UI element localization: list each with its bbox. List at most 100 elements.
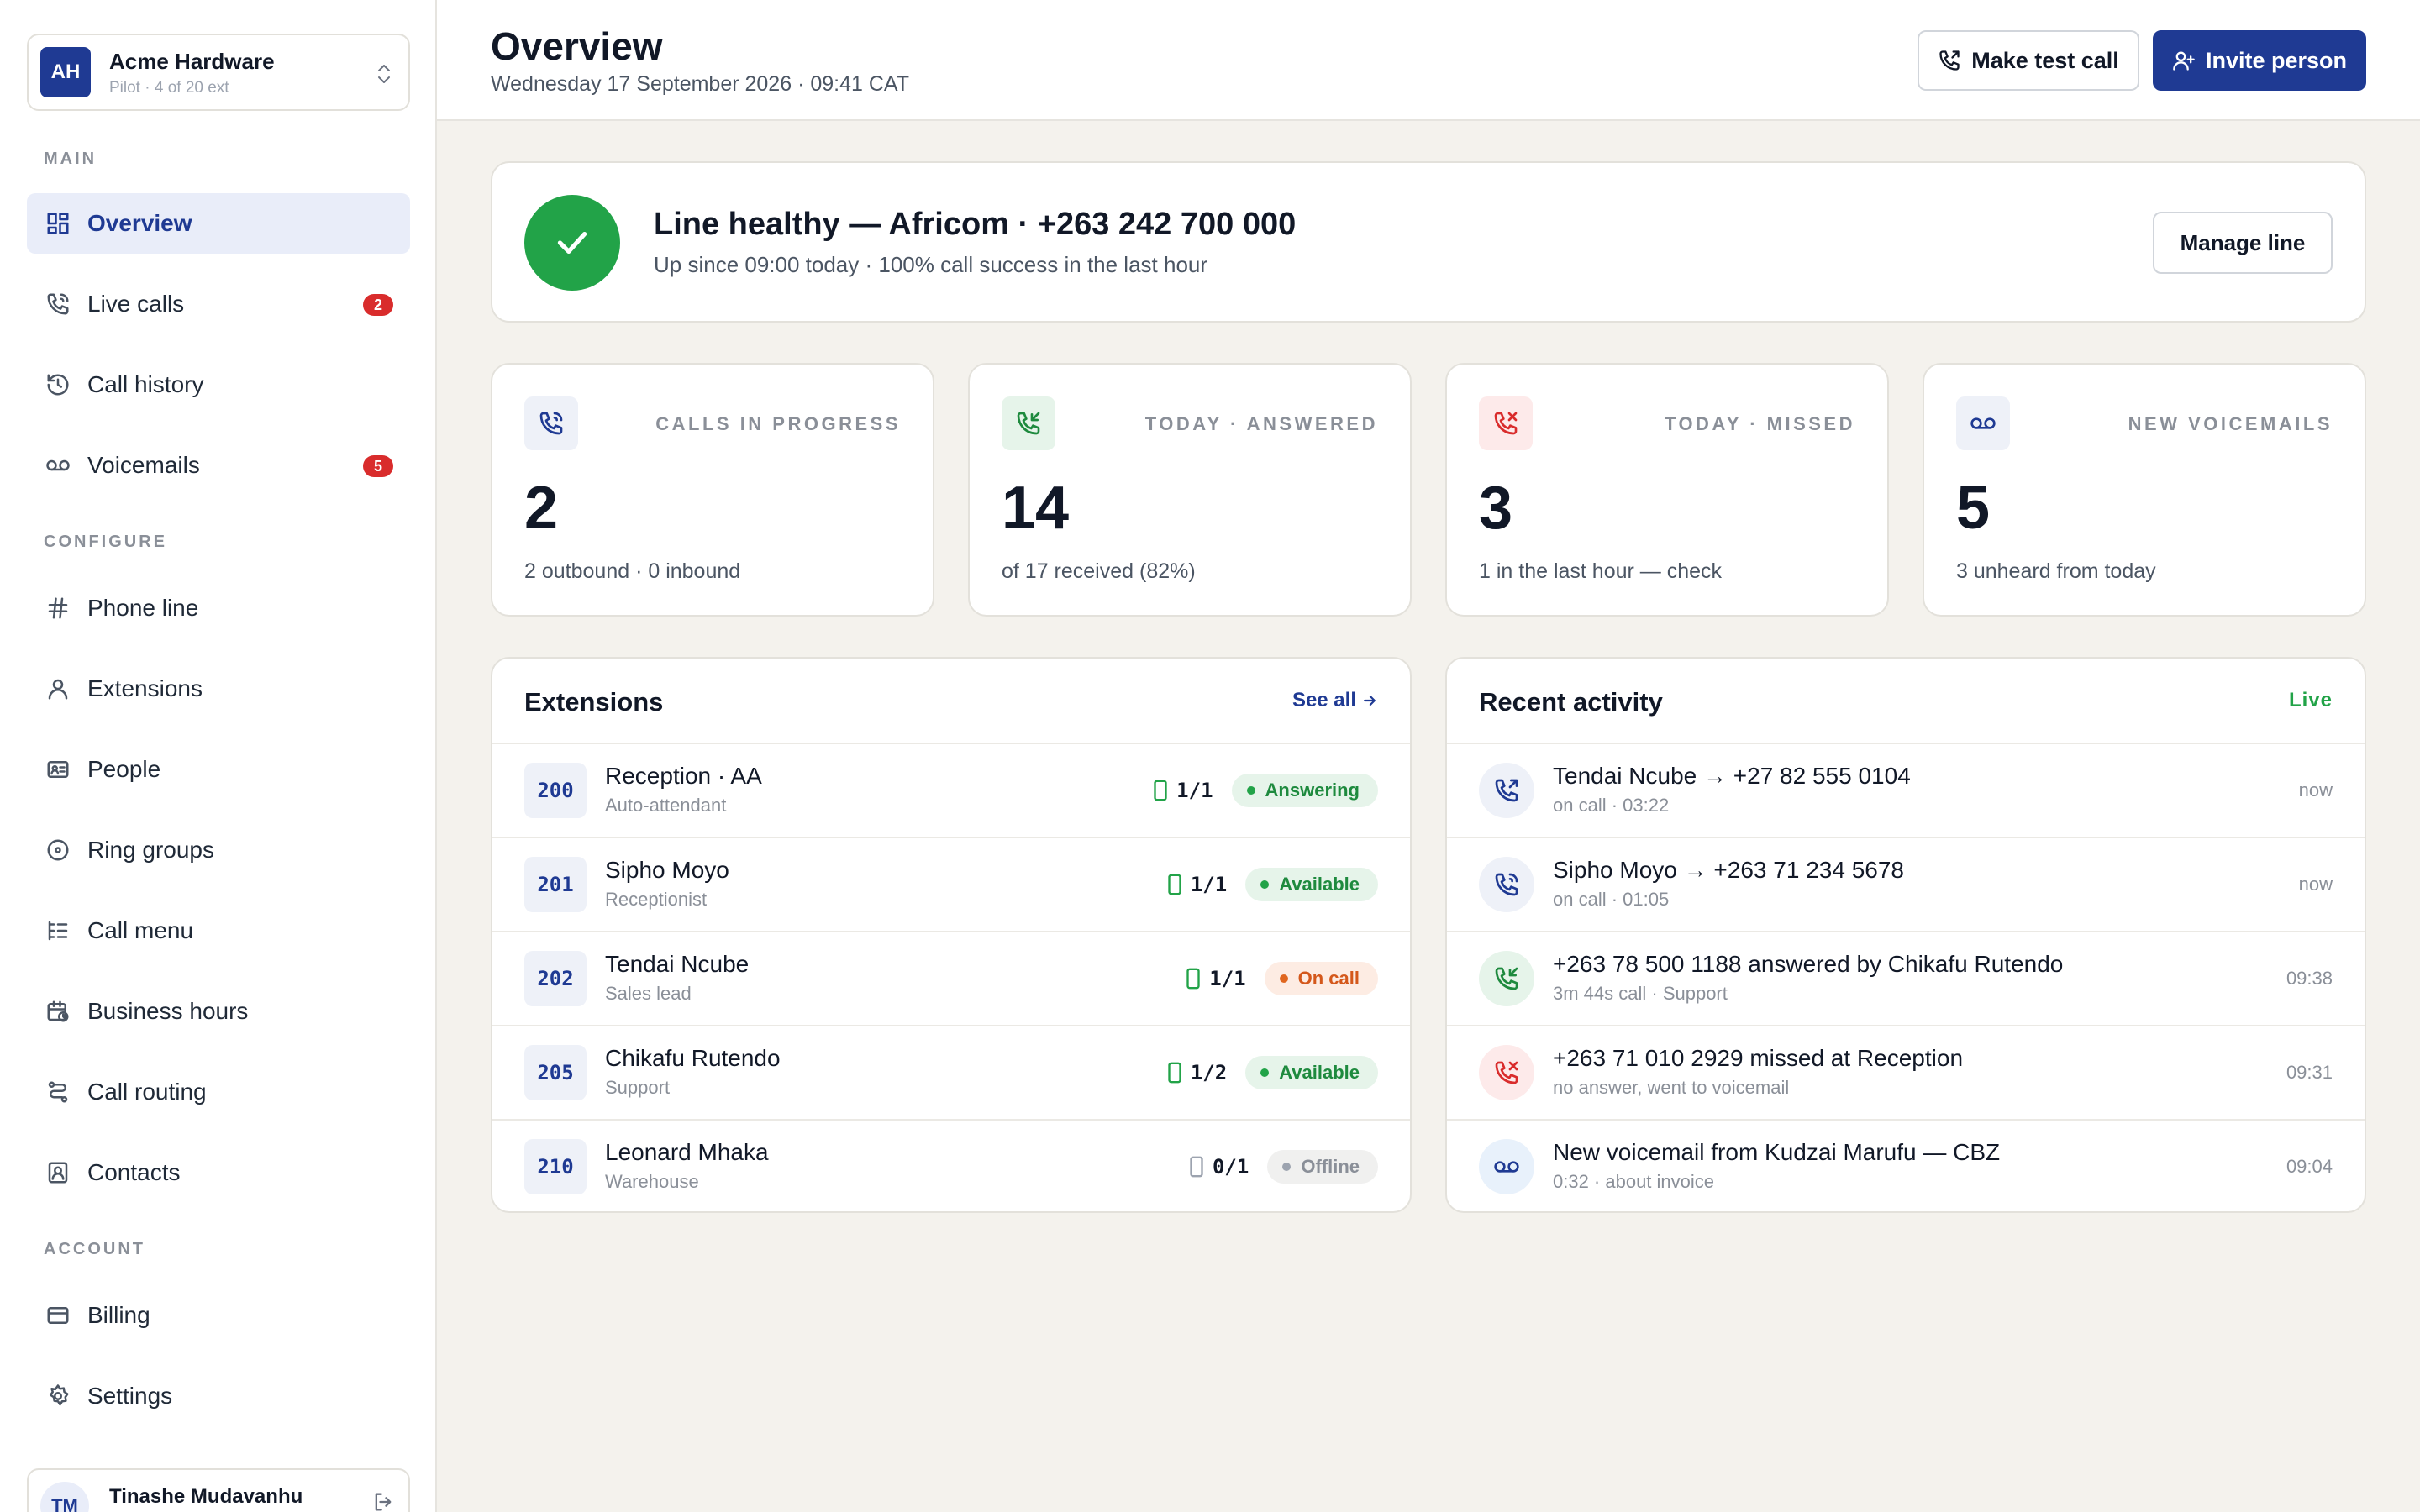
status-text: Available <box>1279 874 1360 895</box>
dashboard-icon <box>44 209 72 238</box>
extension-status-group: 1/1 On call <box>1186 961 1378 996</box>
sidebar-item-voicemails[interactable]: Voicemails 5 <box>27 435 410 496</box>
sidebar-item-ring-groups[interactable]: Ring groups <box>27 820 410 880</box>
extension-role: Warehouse <box>605 1171 699 1192</box>
status-badge: Answering <box>1231 774 1378 807</box>
sidebar-item-call-menu[interactable]: Call menu <box>27 900 410 961</box>
sidebar-item-people[interactable]: People <box>27 739 410 800</box>
stat-new-voicemails: NEW VOICEMAILS 5 3 unheard from today <box>1923 363 2366 617</box>
sidebar-item-phone-line[interactable]: Phone line <box>27 578 410 638</box>
user-icon <box>44 675 72 703</box>
phone-icon <box>524 396 578 450</box>
list-item[interactable]: New voicemail from Kudzai Marufu — CBZ 0… <box>1447 1119 2365 1211</box>
list-item[interactable]: Sipho Moyo → +263 71 234 5678 on call · … <box>1447 837 2365 931</box>
device-count: 1/2 <box>1167 1061 1227 1084</box>
extension-number: 202 <box>524 951 587 1006</box>
extensions-title: Extensions <box>524 687 664 717</box>
calendar-clock-icon <box>44 997 72 1026</box>
check-icon <box>524 195 620 291</box>
sidebar-item-label: Business hours <box>87 998 249 1024</box>
sidebar-item-call-history[interactable]: Call history <box>27 354 410 415</box>
sidebar-item-live-calls[interactable]: Live calls 2 <box>27 274 410 334</box>
mobile-device-icon <box>1167 1062 1182 1084</box>
extension-name: Sipho Moyo <box>605 857 729 883</box>
live-indicator: Live <box>2288 689 2333 711</box>
stat-note: 3 unheard from today <box>1956 559 2156 583</box>
make-test-call-button[interactable]: Make test call <box>1918 30 2139 91</box>
status-dot <box>1279 974 1288 983</box>
stat-value: 3 <box>1479 475 1513 542</box>
invite-person-button[interactable]: Invite person <box>2153 30 2366 91</box>
activity-title: +263 71 010 2929 missed at Reception <box>1553 1045 1964 1071</box>
extension-number: 205 <box>524 1045 587 1100</box>
status-dot <box>1282 1163 1292 1171</box>
sidebar-item-label: Call routing <box>87 1079 207 1105</box>
activity-detail: on call · 03:22 <box>1553 795 1670 816</box>
extensions-panel: Extensions See all 200 Reception · AA Au… <box>491 657 1412 1213</box>
phone-icon <box>1479 857 1534 912</box>
table-row[interactable]: 201 Sipho Moyo Receptionist 1/1 Availabl… <box>492 837 1410 931</box>
sidebar-item-label: Voicemails <box>87 452 200 478</box>
activity-title: +263 78 500 1188 answered by Chikafu Rut… <box>1553 951 2064 977</box>
sidebar-item-business-hours[interactable]: Business hours <box>27 981 410 1042</box>
status-dot <box>1260 1068 1270 1077</box>
history-icon <box>44 370 72 399</box>
extension-role: Receptionist <box>605 889 708 910</box>
activity-detail: on call · 01:05 <box>1553 889 1670 910</box>
stat-value: 14 <box>1002 475 1070 542</box>
page-date: Wednesday 17 September 2026 · 09:41 CAT <box>491 72 909 96</box>
mobile-device-icon <box>1153 780 1168 801</box>
device-count-value: 1/2 <box>1190 1061 1228 1084</box>
list-item[interactable]: +263 71 010 2929 missed at Reception no … <box>1447 1025 2365 1119</box>
manage-line-button[interactable]: Manage line <box>2153 212 2333 274</box>
phone-icon <box>44 290 72 318</box>
sidebar-item-label: Phone line <box>87 595 199 621</box>
device-count-value: 1/1 <box>1176 779 1213 802</box>
nav-section-configure: CONFIGURE <box>44 533 167 551</box>
nav-section-account: ACCOUNT <box>44 1240 145 1258</box>
stat-today-missed: TODAY · MISSED 3 1 in the last hour — ch… <box>1445 363 1889 617</box>
list-item[interactable]: +263 78 500 1188 answered by Chikafu Rut… <box>1447 931 2365 1025</box>
sidebar-item-overview[interactable]: Overview <box>27 193 410 254</box>
stat-label: TODAY · MISSED <box>1664 413 1855 434</box>
sidebar-item-settings[interactable]: Settings <box>27 1366 410 1426</box>
sidebar-item-label: Settings <box>87 1383 173 1409</box>
chevron-up-down-icon <box>375 60 393 87</box>
activity-title: New voicemail from Kudzai Marufu — CBZ <box>1553 1139 2001 1165</box>
sidebar-item-label: Live calls <box>87 291 185 317</box>
phone-outgoing-icon <box>1479 763 1534 818</box>
activity-time: now <box>2298 874 2333 895</box>
activity-time: 09:31 <box>2286 1062 2333 1083</box>
stat-value: 2 <box>524 475 559 542</box>
device-count: 1/1 <box>1153 779 1213 802</box>
user-profile-card[interactable]: TM Tinashe Mudavanhu <box>27 1468 410 1512</box>
sidebar-item-billing[interactable]: Billing <box>27 1285 410 1346</box>
mobile-device-icon <box>1189 1156 1204 1178</box>
see-all-link[interactable]: See all <box>1292 689 1378 712</box>
stat-today-answered: TODAY · ANSWERED 14 of 17 received (82%) <box>968 363 1412 617</box>
page-title: Overview <box>491 24 663 68</box>
table-row[interactable]: 205 Chikafu Rutendo Support 1/2 Availabl… <box>492 1025 1410 1119</box>
table-row[interactable]: 202 Tendai Ncube Sales lead 1/1 On call <box>492 931 1410 1025</box>
stat-calls-in-progress: CALLS IN PROGRESS 2 2 outbound · 0 inbou… <box>491 363 934 617</box>
org-plan: Pilot · 4 of 20 ext <box>109 79 229 97</box>
device-count: 0/1 <box>1189 1155 1249 1179</box>
phone-outgoing-icon <box>1938 49 1961 72</box>
activity-time: 09:04 <box>2286 1156 2333 1177</box>
stat-label: CALLS IN PROGRESS <box>655 413 901 434</box>
org-switcher[interactable]: AH Acme Hardware Pilot · 4 of 20 ext <box>27 34 410 111</box>
table-row[interactable]: 210 Leonard Mhaka Warehouse 0/1 Offline <box>492 1119 1410 1211</box>
sidebar-item-label: Overview <box>87 210 192 236</box>
sidebar-item-contacts[interactable]: Contacts <box>27 1142 410 1203</box>
extension-role: Support <box>605 1077 671 1098</box>
list-item[interactable]: Tendai Ncube → +27 82 555 0104 on call ·… <box>1447 743 2365 837</box>
hash-icon <box>44 594 72 622</box>
activity-detail: 0:32 · about invoice <box>1553 1171 1715 1192</box>
line-health-subtitle: Up since 09:00 today · 100% call success… <box>654 252 1208 277</box>
sidebar-item-call-routing[interactable]: Call routing <box>27 1062 410 1122</box>
user-plus-icon <box>2172 49 2196 72</box>
table-row[interactable]: 200 Reception · AA Auto-attendant 1/1 An… <box>492 743 1410 837</box>
sidebar-item-extensions[interactable]: Extensions <box>27 659 410 719</box>
stat-label: NEW VOICEMAILS <box>2128 413 2333 434</box>
logout-icon[interactable] <box>371 1490 395 1512</box>
